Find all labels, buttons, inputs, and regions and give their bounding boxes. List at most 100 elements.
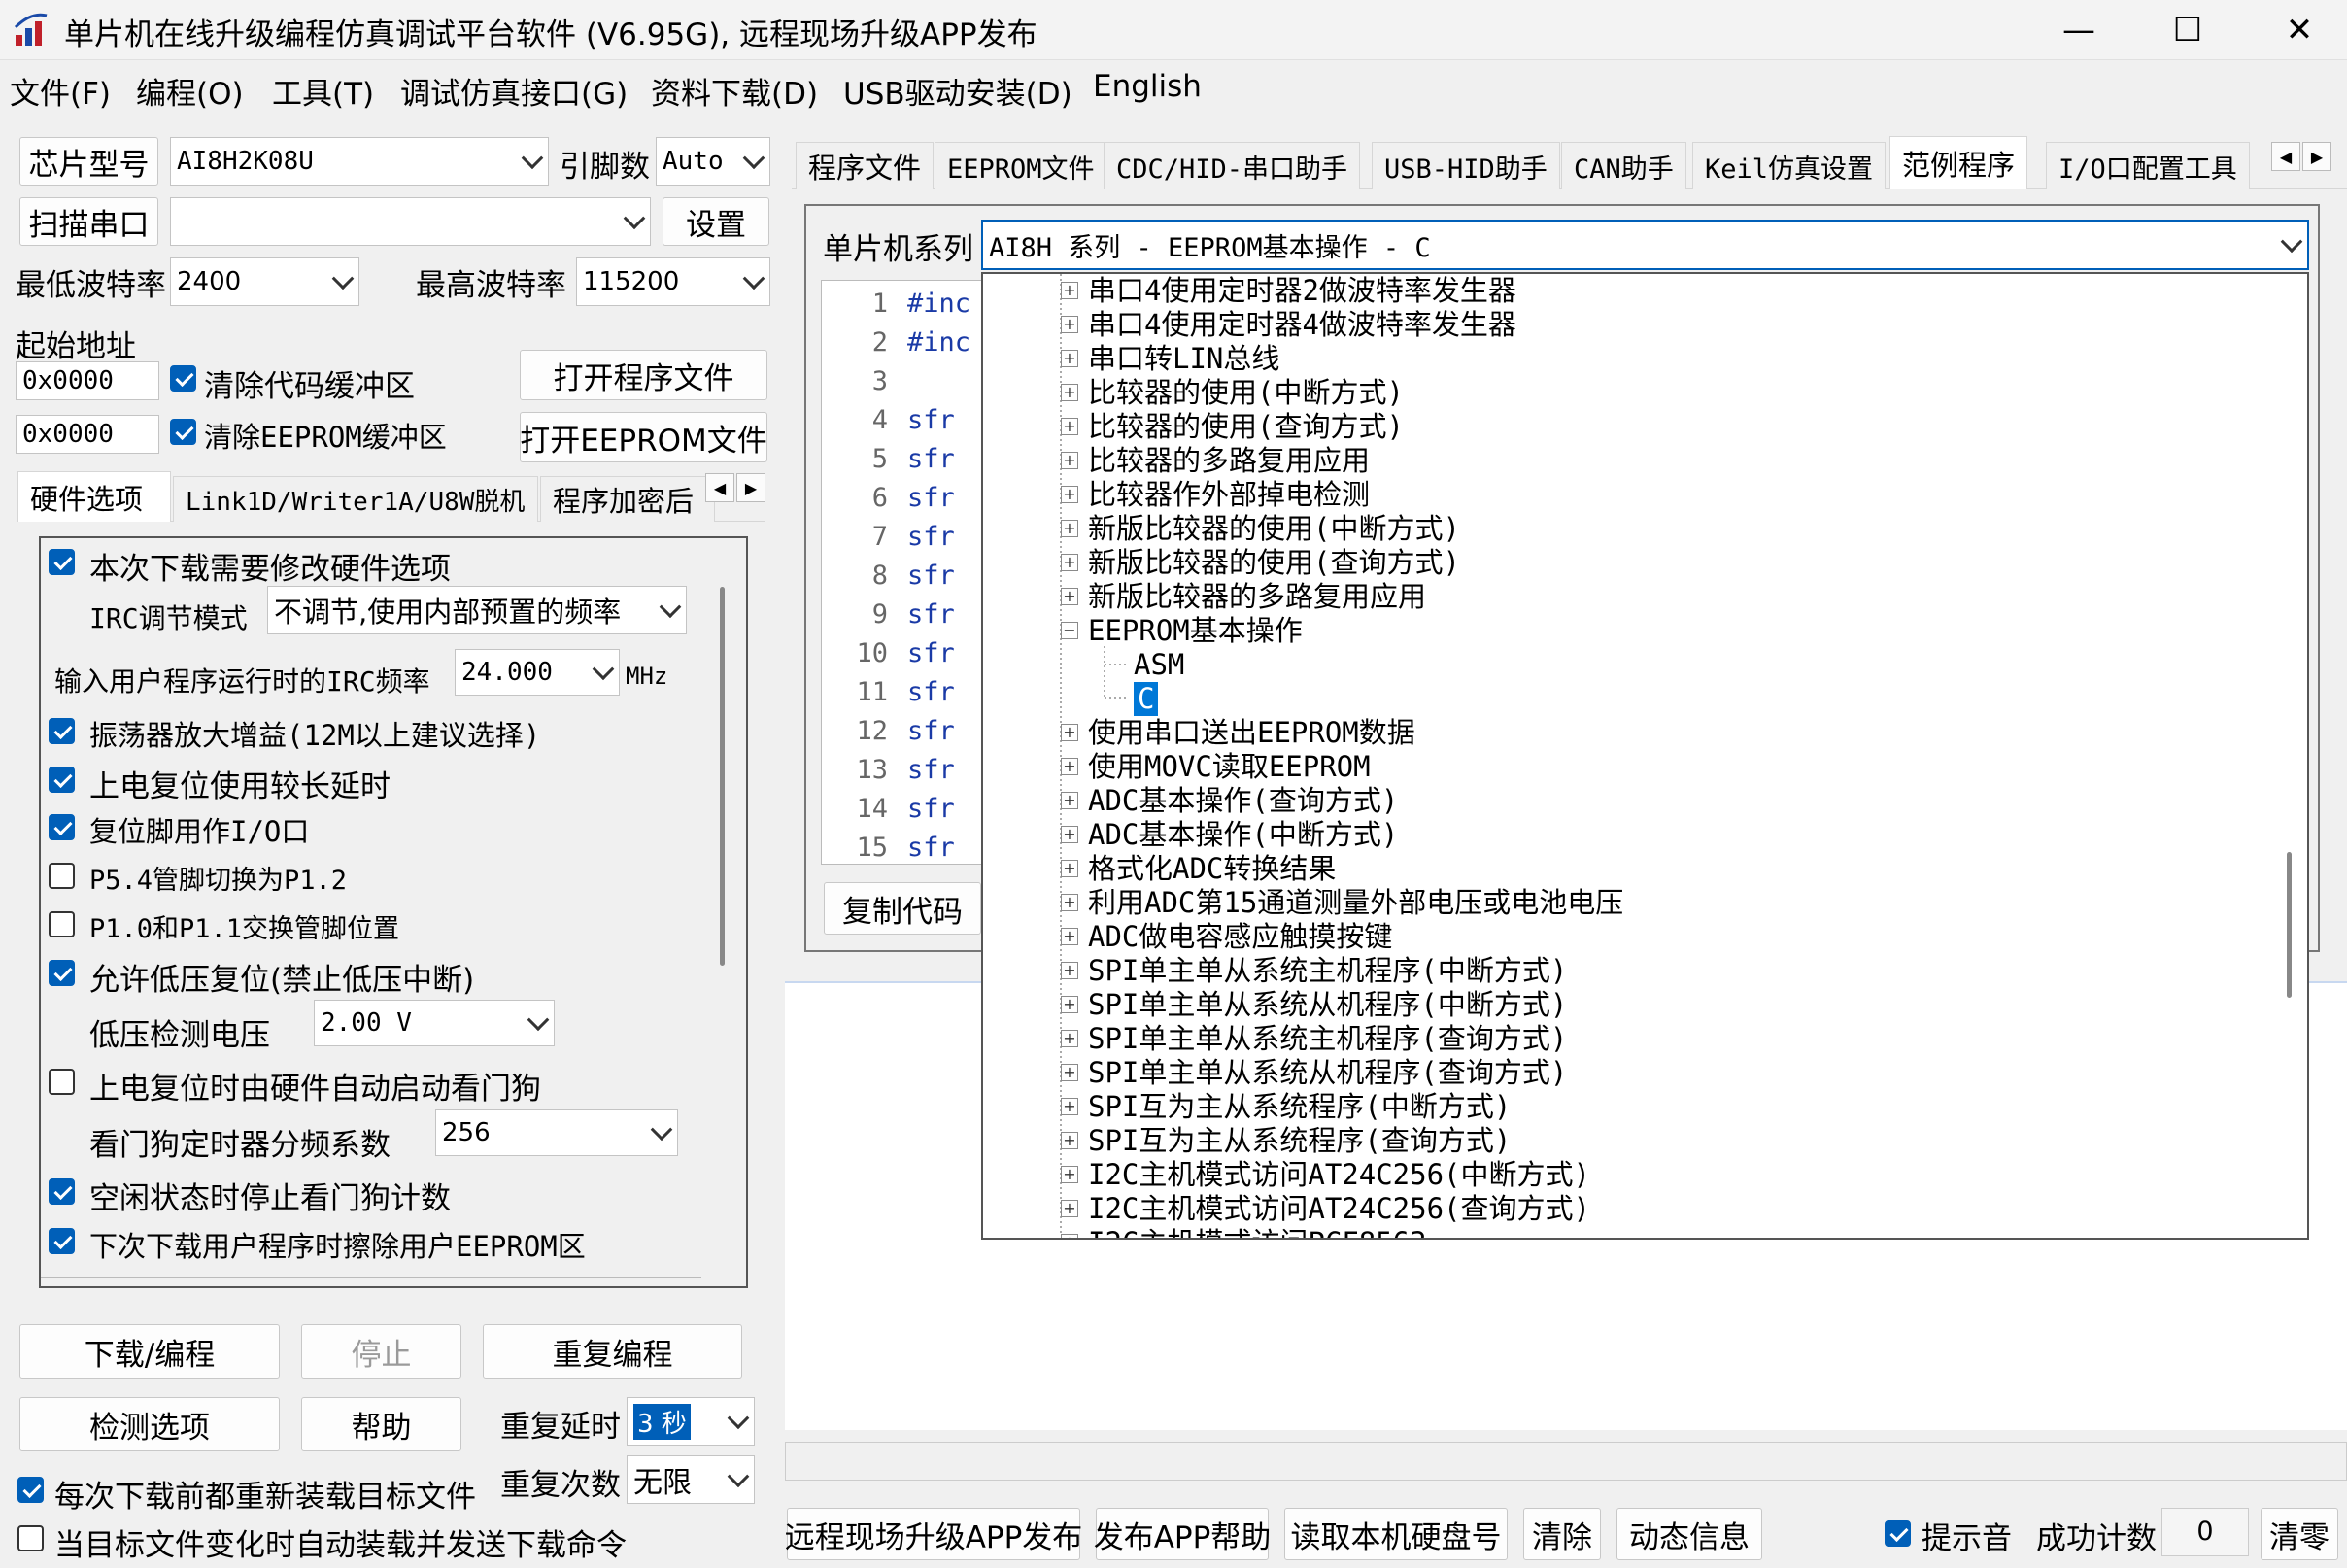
expand-icon[interactable]: + bbox=[1061, 316, 1078, 333]
copy-code-button[interactable]: 复制代码 bbox=[824, 882, 981, 935]
tab-keil[interactable]: Keil仿真设置 bbox=[1692, 142, 1887, 189]
tab-scroll-left-icon[interactable]: ◀ bbox=[705, 473, 734, 502]
tab-cdc-hid[interactable]: CDC/HID-串口助手 bbox=[1104, 142, 1361, 189]
tree-item[interactable]: SPI互为主从系统程序(查询方式) bbox=[1088, 1124, 1511, 1158]
modify-hw-checkbox[interactable] bbox=[49, 549, 75, 575]
tree-item[interactable]: 新版比较器的使用(查询方式) bbox=[1088, 546, 1460, 580]
menu-tools[interactable]: 工具(T) bbox=[272, 69, 374, 113]
tree-item[interactable]: EEPROM基本操作 bbox=[1088, 614, 1303, 648]
pin-count-select[interactable]: Auto bbox=[656, 137, 770, 186]
tree-item[interactable]: ADC基本操作(查询方式) bbox=[1088, 784, 1398, 818]
expand-icon[interactable]: + bbox=[1061, 1166, 1078, 1183]
menu-program[interactable]: 编程(O) bbox=[136, 69, 244, 113]
p10-checkbox[interactable] bbox=[49, 911, 75, 937]
tree-item[interactable]: 串口转LIN总线 bbox=[1088, 342, 1279, 376]
minimize-button[interactable]: — bbox=[2025, 4, 2132, 56]
osc-gain-checkbox[interactable] bbox=[49, 718, 75, 744]
tab-io-config[interactable]: I/O口配置工具 bbox=[2046, 142, 2250, 189]
auto-send-checkbox[interactable] bbox=[17, 1525, 44, 1551]
tree-item[interactable]: 串口4使用定时器2做波特率发生器 bbox=[1088, 274, 1516, 308]
download-button[interactable]: 下载/编程 bbox=[19, 1324, 280, 1379]
hw-scrollbar[interactable] bbox=[720, 587, 725, 966]
expand-icon[interactable]: + bbox=[1061, 1132, 1078, 1149]
expand-icon[interactable]: + bbox=[1061, 1200, 1078, 1217]
dynamic-info-button[interactable]: 动态信息 bbox=[1616, 1508, 1762, 1560]
lvr-checkbox[interactable] bbox=[49, 960, 75, 986]
tree-item[interactable]: 比较器的多路复用应用 bbox=[1088, 444, 1370, 478]
expand-icon[interactable]: + bbox=[1061, 588, 1078, 605]
menu-usb-driver[interactable]: USB驱动安装(D) bbox=[843, 69, 1072, 113]
menu-english[interactable]: English bbox=[1093, 69, 1202, 104]
stop-button[interactable]: 停止 bbox=[301, 1324, 461, 1379]
p54-checkbox[interactable] bbox=[49, 863, 75, 889]
menu-debug[interactable]: 调试仿真接口(G) bbox=[400, 69, 628, 113]
tree-item[interactable]: 串口4使用定时器4做波特率发生器 bbox=[1088, 308, 1516, 342]
expand-icon[interactable]: + bbox=[1061, 724, 1078, 741]
tab-eeprom-file[interactable]: EEPROM文件 bbox=[935, 142, 1107, 189]
tree-item[interactable]: 利用ADC第15通道测量外部电压或电池电压 bbox=[1088, 886, 1623, 920]
erase-eeprom-checkbox[interactable] bbox=[49, 1228, 75, 1254]
chip-model-button[interactable]: 芯片型号 bbox=[19, 137, 158, 186]
tree-item[interactable]: ASM bbox=[1134, 648, 1184, 682]
long-delay-checkbox[interactable] bbox=[49, 767, 75, 793]
tab-usb-hid[interactable]: USB-HID助手 bbox=[1372, 142, 1560, 189]
tab-scroll-left-icon[interactable]: ◀ bbox=[2271, 142, 2300, 171]
beep-checkbox[interactable] bbox=[1885, 1520, 1911, 1547]
remote-publish-button[interactable]: 远程现场升级APP发布 bbox=[785, 1508, 1082, 1560]
wdt-idle-checkbox[interactable] bbox=[49, 1178, 75, 1205]
tree-item[interactable]: C bbox=[1134, 682, 1159, 716]
publish-help-button[interactable]: 发布APP帮助 bbox=[1094, 1508, 1271, 1560]
tree-item[interactable]: SPI单主单从系统从机程序(查询方式) bbox=[1088, 1056, 1567, 1090]
menu-file[interactable]: 文件(F) bbox=[10, 69, 111, 113]
clear-log-button[interactable]: 清除 bbox=[1523, 1508, 1601, 1560]
tree-scrollbar[interactable] bbox=[2287, 852, 2292, 998]
clear-code-checkbox[interactable] bbox=[170, 365, 196, 392]
maximize-button[interactable]: ☐ bbox=[2134, 4, 2241, 56]
open-eeprom-button[interactable]: 打开EEPROM文件 bbox=[520, 412, 767, 462]
expand-icon[interactable]: + bbox=[1061, 350, 1078, 367]
expand-icon[interactable]: + bbox=[1061, 928, 1078, 945]
expand-icon[interactable]: + bbox=[1061, 418, 1078, 435]
expand-icon[interactable]: + bbox=[1061, 758, 1078, 775]
scan-port-button[interactable]: 扫描串口 bbox=[19, 197, 158, 246]
tree-item[interactable]: I2C主机模式访问AT24C256(查询方式) bbox=[1088, 1192, 1590, 1226]
tab-scroll-right-icon[interactable]: ▶ bbox=[736, 473, 765, 502]
eeprom-address-input[interactable]: 0x0000 bbox=[16, 415, 159, 454]
read-disk-button[interactable]: 读取本机硬盘号 bbox=[1284, 1508, 1508, 1560]
tree-item[interactable]: SPI单主单从系统从机程序(中断方式) bbox=[1088, 988, 1567, 1022]
expand-icon[interactable]: + bbox=[1061, 282, 1078, 299]
tree-item[interactable]: ADC基本操作(中断方式) bbox=[1088, 818, 1398, 852]
min-baud-select[interactable]: 2400 bbox=[170, 257, 359, 306]
tree-item[interactable]: SPI单主单从系统主机程序(查询方式) bbox=[1088, 1022, 1567, 1056]
max-baud-select[interactable]: 115200 bbox=[576, 257, 770, 306]
expand-icon[interactable]: + bbox=[1061, 520, 1078, 537]
tab-examples[interactable]: 范例程序 bbox=[1889, 136, 2028, 189]
close-button[interactable]: ✕ bbox=[2246, 4, 2347, 56]
reload-checkbox[interactable] bbox=[17, 1477, 44, 1503]
expand-icon[interactable]: + bbox=[1061, 554, 1078, 571]
tree-item[interactable]: SPI互为主从系统程序(中断方式) bbox=[1088, 1090, 1511, 1124]
tab-encryption[interactable]: 程序加密后 bbox=[540, 476, 715, 522]
menu-downloads[interactable]: 资料下载(D) bbox=[651, 69, 818, 113]
check-options-button[interactable]: 检测选项 bbox=[19, 1397, 280, 1451]
tree-item[interactable]: ADC做电容感应触摸按键 bbox=[1088, 920, 1392, 954]
reset-io-checkbox[interactable] bbox=[49, 814, 75, 840]
chip-model-select[interactable]: AI8H2K08U bbox=[170, 137, 549, 186]
wdt-div-select[interactable]: 256 bbox=[435, 1109, 678, 1156]
tab-program-file[interactable]: 程序文件 bbox=[796, 142, 935, 189]
code-editor[interactable]: 1 #inc 2 #inc 3 4 sfr 5 sfr 6 sfr 7 sfr 8 sfr 9… bbox=[821, 280, 986, 865]
code-address-input[interactable]: 0x0000 bbox=[16, 361, 159, 400]
expand-icon[interactable]: + bbox=[1061, 826, 1078, 843]
tree-item[interactable]: 比较器作外部掉电检测 bbox=[1088, 478, 1370, 512]
port-select[interactable] bbox=[170, 197, 651, 246]
series-select[interactable]: AI8H 系列 - EEPROM基本操作 - C bbox=[981, 220, 2309, 270]
tab-can[interactable]: CAN助手 bbox=[1561, 142, 1686, 189]
irc-freq-select[interactable]: 24.000 bbox=[455, 649, 620, 696]
settings-button[interactable]: 设置 bbox=[663, 197, 769, 246]
repeat-program-button[interactable]: 重复编程 bbox=[483, 1324, 742, 1379]
tab-link1d[interactable]: Link1D/Writer1A/U8W脱机 bbox=[173, 476, 538, 522]
tree-item[interactable]: 新版比较器的使用(中断方式) bbox=[1088, 512, 1460, 546]
expand-icon[interactable]: + bbox=[1061, 792, 1078, 809]
expand-icon[interactable]: + bbox=[1061, 962, 1078, 979]
irc-mode-select[interactable]: 不调节,使用内部预置的频率 bbox=[267, 586, 687, 634]
